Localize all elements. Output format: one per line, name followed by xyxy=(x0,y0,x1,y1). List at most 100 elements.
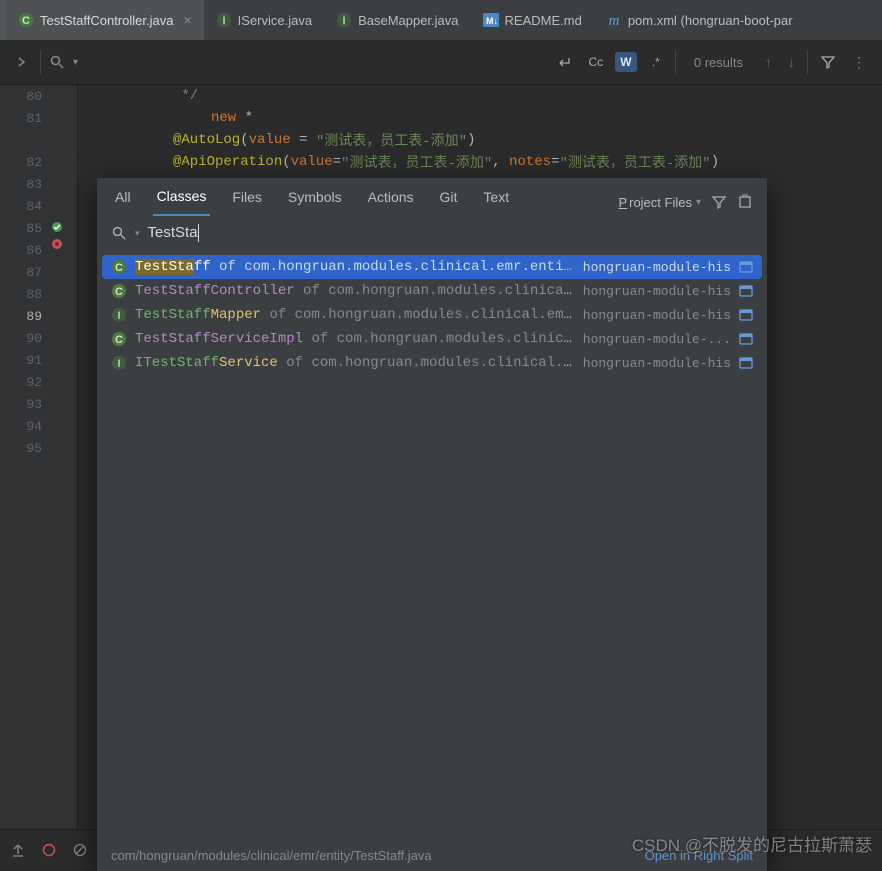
result-module: hongruan-module-his xyxy=(583,356,731,371)
dialog-tab-text[interactable]: Text xyxy=(479,189,513,215)
dialog-tab-actions[interactable]: Actions xyxy=(364,189,418,215)
dialog-search-row: ▾ TestSta xyxy=(97,216,767,250)
interface-icon: I xyxy=(216,12,232,28)
line-number: 90 xyxy=(0,327,50,349)
dialog-controls: Project Files ▾ xyxy=(618,194,753,210)
dialog-footer: com/hongruan/modules/clinical/emr/entity… xyxy=(97,840,767,871)
line-number: 93 xyxy=(0,393,50,415)
file-tab[interactable]: I IService.java xyxy=(204,0,324,40)
search-icon xyxy=(111,225,127,241)
file-tab[interactable]: C TestStaffController.java × xyxy=(6,0,204,40)
result-module: hongruan-module-his xyxy=(583,308,731,323)
open-right-split-link[interactable]: Open in Right Split xyxy=(645,848,753,863)
svg-text:I: I xyxy=(343,15,346,27)
svg-text:I: I xyxy=(222,15,225,27)
svg-text:C: C xyxy=(115,262,123,274)
dialog-tab-files[interactable]: Files xyxy=(228,189,266,215)
no-bookmark-icon[interactable] xyxy=(72,842,88,858)
result-name: TestStaff of com.hongruan.modules.clinic… xyxy=(135,259,575,275)
new-line-icon[interactable] xyxy=(555,54,573,70)
chevron-right-icon[interactable] xyxy=(12,52,32,72)
next-match-icon[interactable]: ↓ xyxy=(788,54,795,70)
svg-text:C: C xyxy=(115,286,123,298)
dialog-tab-git[interactable]: Git xyxy=(436,189,462,215)
result-name: TestStaffServiceImpl of com.hongruan.mod… xyxy=(135,331,575,347)
line-number: 86 xyxy=(0,239,50,261)
more-icon[interactable]: ⋮ xyxy=(852,54,866,71)
match-case-toggle[interactable]: Cc xyxy=(585,52,607,72)
result-module: hongruan-module-his xyxy=(583,284,731,299)
result-row[interactable]: I TestStaffMapper of com.hongruan.modules… xyxy=(97,303,767,327)
maven-icon: m xyxy=(606,12,622,28)
class-icon: C xyxy=(111,331,127,347)
prev-match-icon[interactable]: ↑ xyxy=(765,54,772,70)
line-number: 89 xyxy=(0,305,50,327)
line-number: 82 xyxy=(0,151,50,173)
result-module: hongruan-module-his xyxy=(583,260,731,275)
scope-selector[interactable]: Project Files ▾ xyxy=(618,195,701,210)
code-line[interactable]: @AutoLog(value = "测试表，员工表-添加") xyxy=(78,129,882,151)
result-row[interactable]: C TestStaffController of com.hongruan.mod… xyxy=(97,279,767,303)
result-name: TestStaffController of com.hongruan.modu… xyxy=(135,283,575,299)
separator xyxy=(807,50,808,74)
result-row[interactable]: I ITestStaffService of com.hongruan.modul… xyxy=(97,351,767,375)
tab-label: README.md xyxy=(505,13,582,28)
whole-word-toggle[interactable]: W xyxy=(615,52,637,72)
line-number: 92 xyxy=(0,371,50,393)
code-line[interactable]: @ApiOperation(value="测试表，员工表-添加", notes=… xyxy=(78,151,882,173)
result-name: TestStaffMapper of com.hongruan.modules.… xyxy=(135,307,575,323)
svg-text:I: I xyxy=(117,310,120,322)
dialog-tab-all[interactable]: All xyxy=(111,189,135,215)
interface-icon: I xyxy=(111,355,127,371)
class-icon: C xyxy=(111,259,127,275)
tab-label: pom.xml (hongruan-boot-par xyxy=(628,13,793,28)
class-icon: C xyxy=(111,283,127,299)
result-row[interactable]: C TestStaffServiceImpl of com.hongruan.mo… xyxy=(97,327,767,351)
filter-icon[interactable] xyxy=(711,194,727,210)
line-number: 83 xyxy=(0,173,50,195)
result-module: hongruan-module-... xyxy=(583,332,731,347)
module-icon xyxy=(739,356,753,370)
gutter-line-numbers: 80818283848586878889909192939495 xyxy=(0,85,50,869)
file-tab[interactable]: IBaseMapper.java xyxy=(324,0,470,40)
line-number: 95 xyxy=(0,437,50,459)
close-icon[interactable]: × xyxy=(183,12,191,28)
code-line[interactable]: */ xyxy=(78,85,882,107)
module-icon xyxy=(739,332,753,346)
search-icon[interactable] xyxy=(49,54,65,70)
dialog-tab-classes[interactable]: Classes xyxy=(153,188,211,216)
svg-text:I: I xyxy=(117,358,120,370)
code-line[interactable]: new * xyxy=(78,107,882,129)
upload-icon[interactable] xyxy=(10,842,26,858)
filter-icon[interactable] xyxy=(820,54,836,70)
dialog-search-input[interactable]: TestSta xyxy=(148,224,753,242)
svg-text:C: C xyxy=(115,334,123,346)
dialog-tabs: All Classes Files Symbols Actions Git Text Pro… xyxy=(97,178,767,216)
results-count: 0 results xyxy=(694,55,743,70)
regex-toggle[interactable]: .* xyxy=(645,52,667,72)
module-icon xyxy=(739,260,753,274)
breakpoint-icon[interactable] xyxy=(42,843,56,857)
dropdown-caret-icon[interactable]: ▾ xyxy=(73,57,78,68)
svg-text:M↓: M↓ xyxy=(486,16,498,26)
line-number: 88 xyxy=(0,283,50,305)
dropdown-caret-icon[interactable]: ▾ xyxy=(135,228,140,239)
separator xyxy=(675,50,676,74)
result-path: com/hongruan/modules/clinical/emr/entity… xyxy=(111,848,432,863)
file-tab[interactable]: m pom.xml (hongruan-boot-par xyxy=(594,0,805,40)
dialog-tab-symbols[interactable]: Symbols xyxy=(284,189,346,215)
pin-icon[interactable] xyxy=(737,194,753,210)
tab-label: TestStaffController.java xyxy=(40,13,173,28)
find-bar: ▾ Cc W .* 0 results ↑ ↓ ⋮ xyxy=(0,40,882,85)
file-tab[interactable]: M↓ README.md xyxy=(471,0,594,40)
class-icon: C xyxy=(18,12,34,28)
interface-icon: I xyxy=(111,307,127,323)
line-number: 84 xyxy=(0,195,50,217)
line-number: 94 xyxy=(0,415,50,437)
svg-text:m: m xyxy=(608,13,619,28)
result-name: ITestStaffService of com.hongruan.module… xyxy=(135,355,575,371)
line-number: 85 xyxy=(0,217,50,239)
result-row[interactable]: C TestStaff of com.hongruan.modules.clini… xyxy=(102,255,762,279)
line-number: 91 xyxy=(0,349,50,371)
tab-label: IService.java xyxy=(238,13,312,28)
